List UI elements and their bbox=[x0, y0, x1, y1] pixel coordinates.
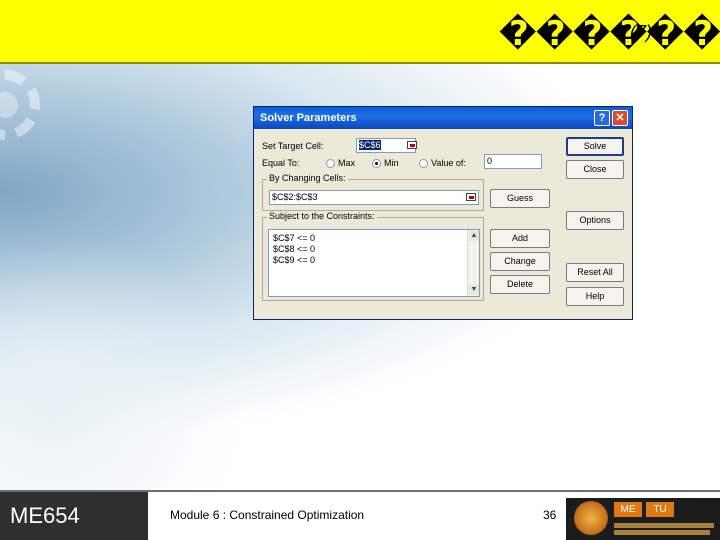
guess-button[interactable]: Guess bbox=[490, 189, 550, 208]
scroll-down-icon[interactable]: ▼ bbox=[469, 285, 479, 295]
changing-cells-value: $C$2:$C$3 bbox=[272, 192, 318, 202]
solver-parameters-dialog: Solver Parameters ? ✕ Set Target Cell: $… bbox=[253, 106, 633, 320]
background-cloud bbox=[0, 220, 260, 490]
collapse-dialog-icon[interactable] bbox=[466, 193, 476, 201]
target-cell-value: $C$6 bbox=[359, 140, 381, 150]
page-number: 36 bbox=[543, 508, 557, 522]
slide-title: ������ bbox=[498, 14, 720, 54]
slide-title-bar: ������ 6 (7) bbox=[0, 0, 720, 64]
slide-title-subtext: 6 (7) bbox=[615, 22, 653, 42]
reset-all-button[interactable]: Reset All bbox=[566, 263, 624, 282]
logo-tag-tu: TU bbox=[646, 502, 674, 517]
delete-button[interactable]: Delete bbox=[490, 275, 550, 294]
constraints-label: Subject to the Constraints: bbox=[267, 211, 377, 221]
solve-button[interactable]: Solve bbox=[566, 137, 624, 156]
help-icon[interactable]: ? bbox=[594, 110, 610, 126]
logo-text-line bbox=[614, 530, 710, 535]
max-radio[interactable] bbox=[326, 159, 335, 168]
constraints-listbox[interactable]: $C$7 <= 0 $C$8 <= 0 $C$9 <= 0 ▲ ▼ bbox=[268, 229, 480, 297]
min-label: Min bbox=[384, 158, 399, 168]
collapse-dialog-icon[interactable] bbox=[407, 141, 417, 149]
university-logo: ME TU bbox=[566, 498, 720, 540]
add-button[interactable]: Add bbox=[490, 229, 550, 248]
value-of-radio[interactable] bbox=[419, 159, 428, 168]
change-button[interactable]: Change bbox=[490, 252, 550, 271]
target-cell-label: Set Target Cell: bbox=[262, 141, 324, 151]
changing-cells-group: By Changing Cells: $C$2:$C$3 bbox=[262, 173, 484, 211]
changing-cells-input[interactable]: $C$2:$C$3 bbox=[269, 190, 479, 205]
module-title: Module 6 : Constrained Optimization bbox=[170, 508, 365, 522]
constraints-scrollbar[interactable]: ▲ ▼ bbox=[467, 230, 479, 296]
close-icon[interactable]: ✕ bbox=[612, 110, 628, 126]
university-seal-icon bbox=[574, 501, 608, 535]
list-item[interactable]: $C$7 <= 0 bbox=[273, 233, 315, 243]
min-radio[interactable] bbox=[372, 159, 381, 168]
dialog-titlebar[interactable]: Solver Parameters ? ✕ bbox=[254, 107, 632, 129]
value-of-input[interactable]: 0 bbox=[484, 154, 542, 169]
scroll-up-icon[interactable]: ▲ bbox=[469, 231, 479, 241]
close-button[interactable]: Close bbox=[566, 160, 624, 179]
value-of-label: Value of: bbox=[431, 158, 466, 168]
equal-to-label: Equal To: bbox=[262, 158, 300, 168]
options-button[interactable]: Options bbox=[566, 211, 624, 230]
dialog-title: Solver Parameters bbox=[260, 112, 357, 124]
logo-tag-me: ME bbox=[614, 502, 642, 517]
list-item[interactable]: $C$8 <= 0 bbox=[273, 244, 315, 254]
max-label: Max bbox=[338, 158, 356, 168]
list-item[interactable]: $C$9 <= 0 bbox=[273, 255, 315, 265]
logo-text-line bbox=[614, 523, 714, 528]
slide-footer: ME654 Module 6 : Constrained Optimizatio… bbox=[0, 490, 720, 540]
help-button[interactable]: Help bbox=[566, 287, 624, 306]
course-code: ME654 bbox=[0, 492, 148, 540]
changing-cells-label: By Changing Cells: bbox=[267, 173, 348, 183]
